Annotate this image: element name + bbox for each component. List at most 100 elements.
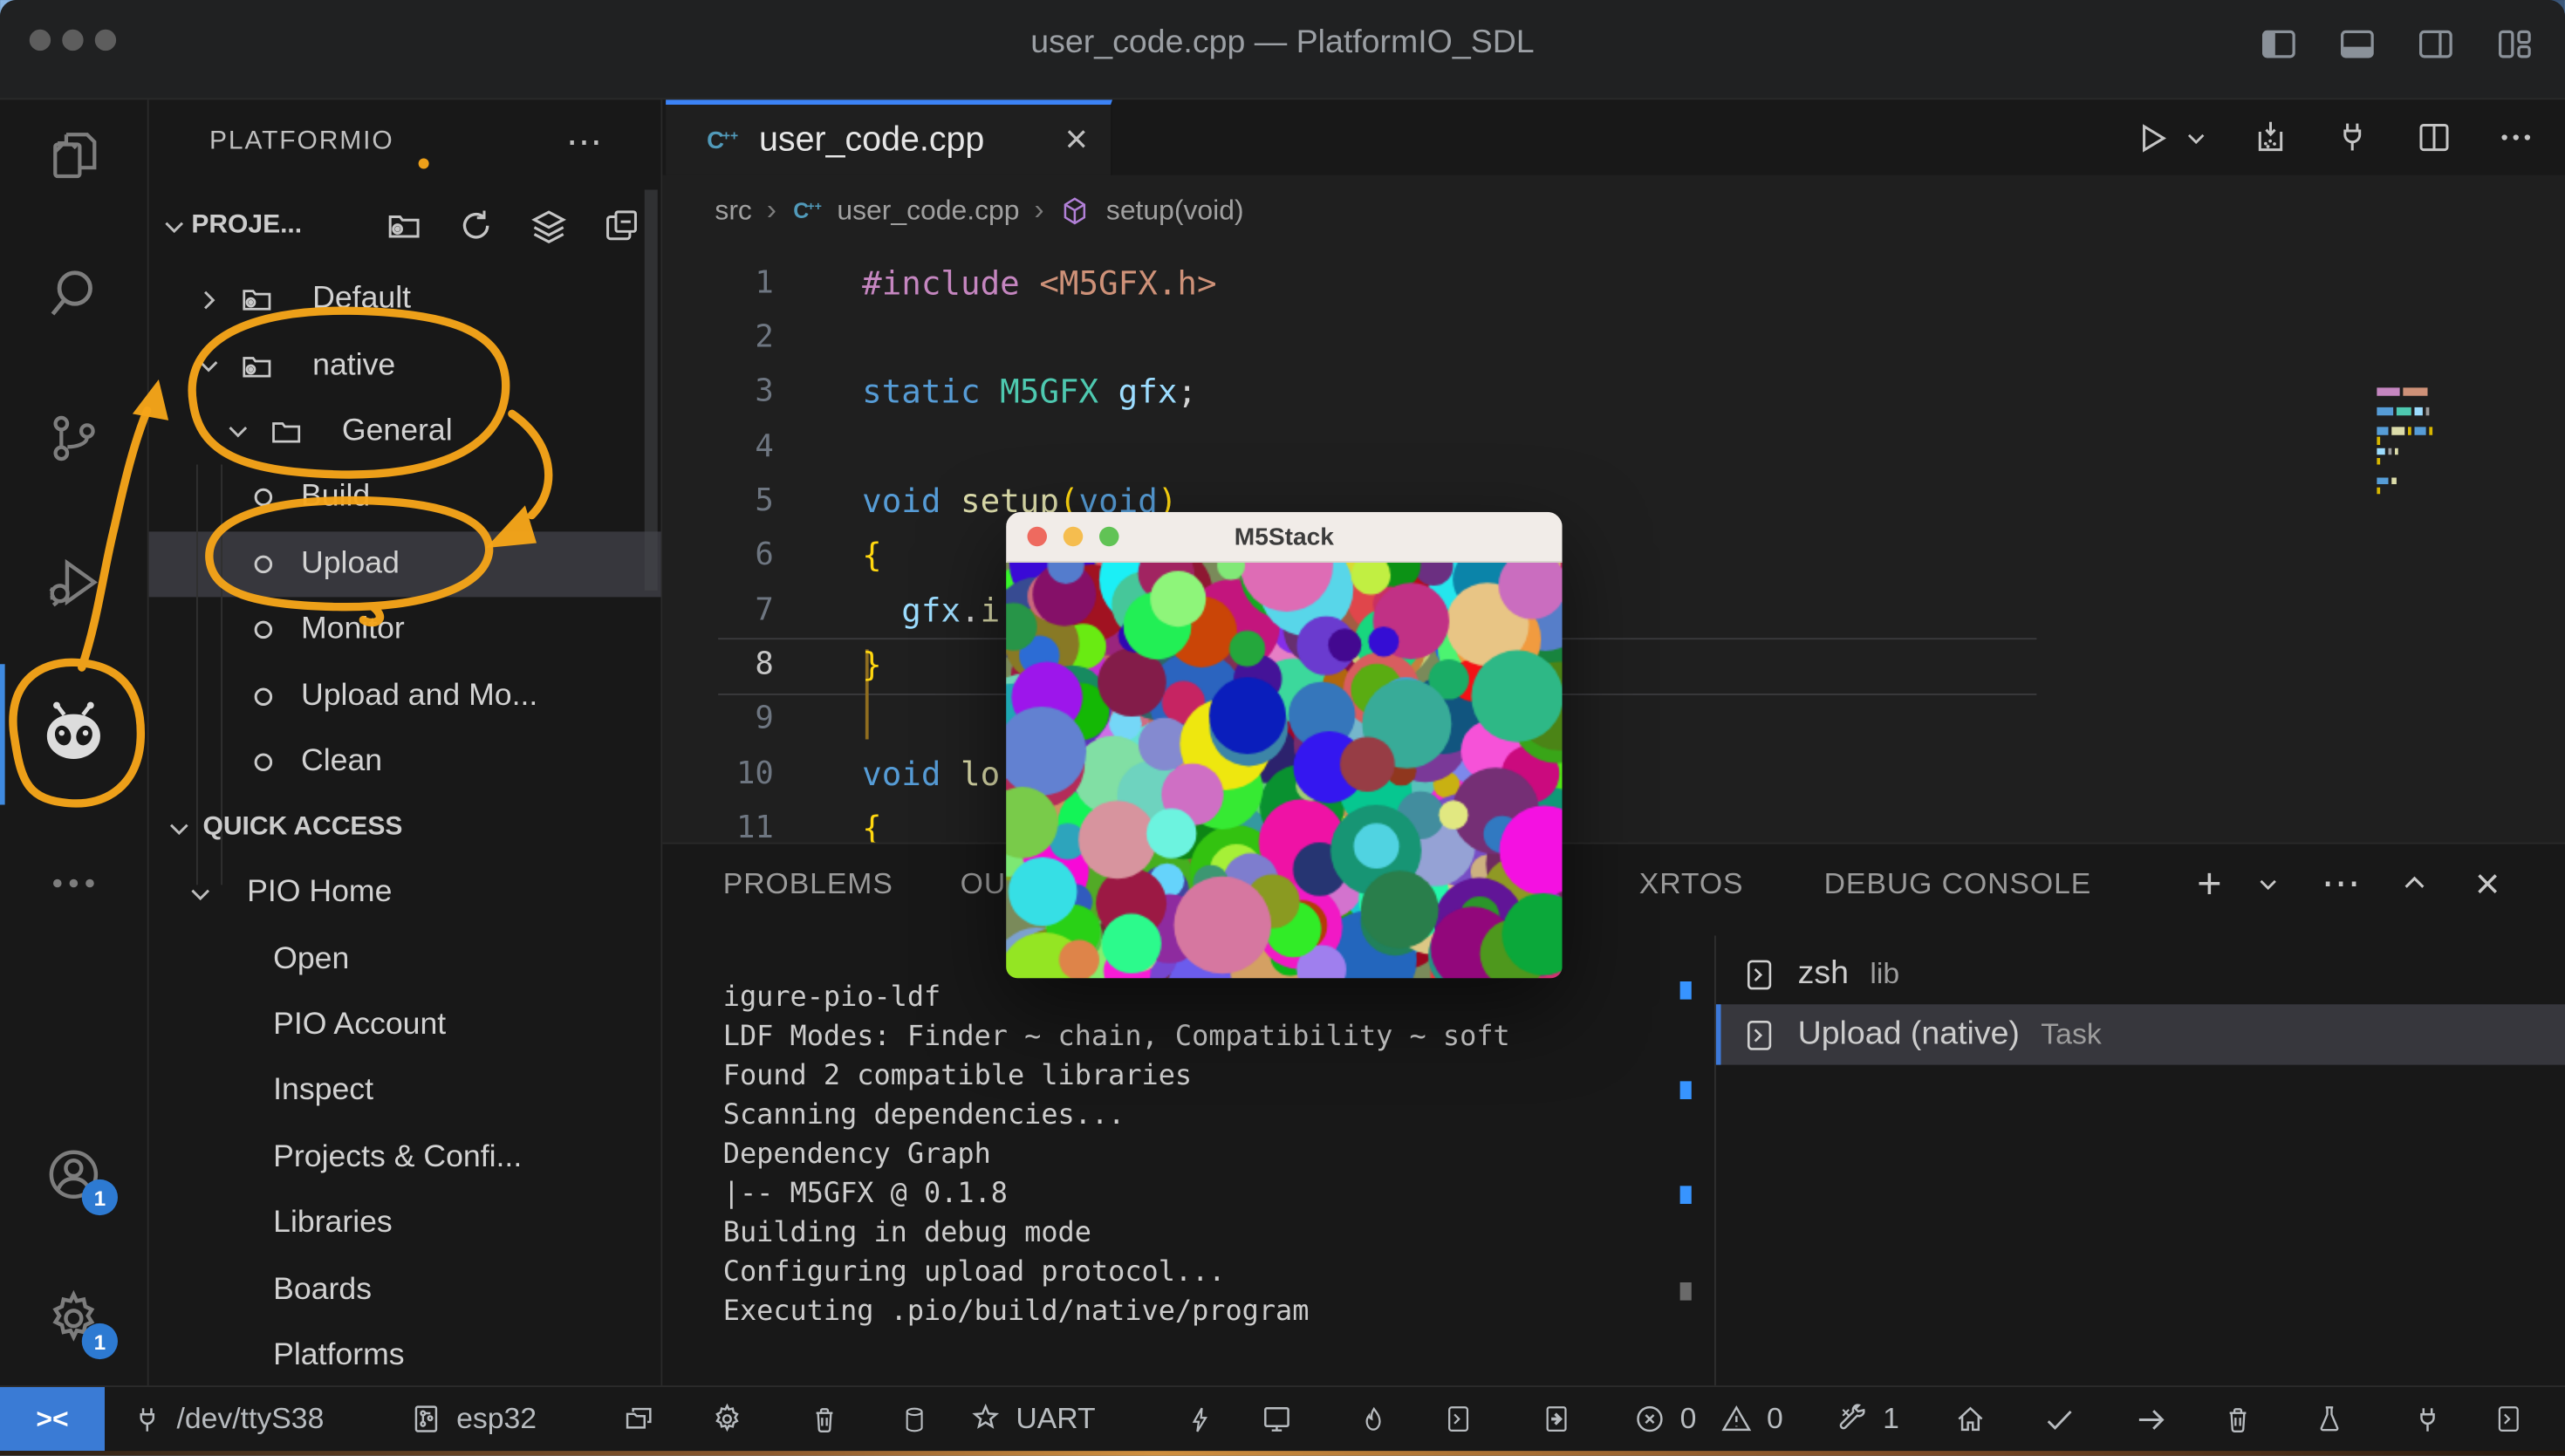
m5stack-window[interactable]: M5Stack xyxy=(1006,512,1563,978)
tab-xrtos[interactable]: XRTOS xyxy=(1639,844,1744,923)
plug-icon[interactable] xyxy=(2411,1387,2445,1451)
tree-item-clean[interactable]: Clean xyxy=(149,729,661,796)
run-debug-icon[interactable] xyxy=(0,551,147,613)
code-line-6[interactable]: 6{ xyxy=(662,528,2565,582)
tree-item-build[interactable]: Build xyxy=(149,465,661,531)
terminal-instance-upload-native-[interactable]: Upload (native)Task xyxy=(1716,1004,2565,1064)
problems-item[interactable]: 0 0 xyxy=(1632,1387,1783,1451)
remote-indicator[interactable]: >< xyxy=(0,1387,105,1451)
home-icon[interactable] xyxy=(1953,1387,1987,1451)
configure-gear-icon[interactable] xyxy=(710,1387,744,1451)
check-icon[interactable] xyxy=(2042,1387,2077,1451)
tree-item-general[interactable]: General xyxy=(149,399,661,465)
settings-gear-icon[interactable]: 1 xyxy=(0,1288,147,1350)
more-views-icon[interactable] xyxy=(0,856,147,912)
tab-problems[interactable]: PROBLEMS xyxy=(723,844,893,923)
breadcrumb-src[interactable]: src xyxy=(715,194,752,227)
panel-more-actions-icon[interactable]: ⋯ xyxy=(2322,844,2361,923)
uart-item[interactable]: UART xyxy=(968,1387,1096,1451)
toggle-secondary-sidebar-icon[interactable] xyxy=(2415,23,2458,65)
arrow-right-icon[interactable] xyxy=(2133,1387,2169,1451)
quick-access-item-boards[interactable]: Boards xyxy=(149,1257,661,1323)
display-icon[interactable] xyxy=(1260,1387,1294,1451)
tree-item-default[interactable]: Default xyxy=(149,267,661,333)
tasks-item[interactable]: 1 xyxy=(1836,1387,1899,1451)
tree-item-upload[interactable]: Upload xyxy=(149,531,661,598)
sidebar-more-actions-icon[interactable]: ⋯ xyxy=(566,121,605,164)
accounts-icon[interactable]: 1 xyxy=(0,1144,147,1206)
m5stack-close-button[interactable] xyxy=(1028,527,1048,547)
sidebar-scrollbar[interactable] xyxy=(645,190,658,591)
code-line-3[interactable]: 3static M5GFX gfx; xyxy=(662,364,2565,418)
m5stack-zoom-button[interactable] xyxy=(1099,527,1119,547)
tree-item-upload-and-mo-[interactable]: Upload and Mo... xyxy=(149,663,661,729)
code-line-7[interactable]: 7 gfx.i xyxy=(662,582,2565,636)
breadcrumb-symbol[interactable]: setup(void) xyxy=(1106,194,1244,227)
split-editor-icon[interactable] xyxy=(2415,118,2454,157)
m5stack-titlebar[interactable]: M5Stack xyxy=(1006,512,1563,563)
code-line-1[interactable]: 1#include <M5GFX.h> xyxy=(662,256,2565,310)
customize-layout-icon[interactable] xyxy=(2493,23,2536,65)
tree-item-monitor[interactable]: Monitor xyxy=(149,597,661,663)
quick-access-item-pio-home[interactable]: PIO Home xyxy=(149,860,661,926)
quick-access-item-libraries[interactable]: Libraries xyxy=(149,1191,661,1257)
terminal-dropdown-chevron-icon[interactable] xyxy=(2256,844,2281,923)
code-line-5[interactable]: 5void setup(void) xyxy=(662,473,2565,527)
quick-access-label: Projects & Confi... xyxy=(273,1139,522,1175)
code-line-2[interactable]: 2 xyxy=(662,310,2565,364)
refresh-icon[interactable] xyxy=(456,205,496,246)
tree-item-native[interactable]: native xyxy=(149,332,661,399)
collapse-all-icon[interactable] xyxy=(602,205,641,246)
database-icon[interactable] xyxy=(899,1387,929,1451)
m5stack-minimize-button[interactable] xyxy=(1064,527,1084,547)
flame-icon[interactable] xyxy=(1358,1387,1389,1451)
add-project-icon[interactable] xyxy=(385,205,424,246)
quick-access-item-platforms[interactable]: Platforms xyxy=(149,1323,661,1389)
platformio-icon[interactable] xyxy=(0,699,147,774)
explorer-icon[interactable] xyxy=(0,126,147,185)
tab-debug-console[interactable]: DEBUG CONSOLE xyxy=(1824,844,2092,923)
m5stack-window-controls[interactable] xyxy=(1028,527,1119,547)
star-icon xyxy=(968,1402,1002,1436)
upload-status-icon[interactable] xyxy=(1541,1387,1572,1451)
code-line-8[interactable]: 8} xyxy=(662,637,2565,691)
code-line-10[interactable]: 10void lo xyxy=(662,746,2565,800)
project-tasks-section-header[interactable]: PROJE... xyxy=(149,185,661,267)
quick-access-item-projects-confi-[interactable]: Projects & Confi... xyxy=(149,1124,661,1191)
minimap[interactable] xyxy=(2377,387,2532,497)
toggle-panel-icon[interactable] xyxy=(2336,23,2379,65)
quick-access-item-pio-account[interactable]: PIO Account xyxy=(149,993,661,1059)
upload-icon[interactable] xyxy=(2251,118,2290,157)
test-flask-icon[interactable] xyxy=(2313,1387,2346,1451)
close-panel-icon[interactable]: × xyxy=(2475,844,2500,923)
group-tasks-icon[interactable] xyxy=(529,205,570,246)
tab-user-code-cpp[interactable]: C++ user_code.cpp × xyxy=(666,99,1112,174)
new-terminal-icon[interactable]: + xyxy=(2197,844,2221,923)
editor-more-actions-icon[interactable] xyxy=(2496,118,2535,157)
project-env-folder-icon[interactable] xyxy=(622,1387,656,1451)
terminal-output[interactable]: igure-pio-ldfLDF Modes: Finder ~ chain, … xyxy=(723,978,1510,1331)
breadcrumb-file[interactable]: user_code.cpp xyxy=(837,194,1019,227)
bolt-icon[interactable] xyxy=(1185,1387,1216,1451)
search-icon[interactable] xyxy=(0,265,147,325)
maximize-panel-icon[interactable] xyxy=(2400,844,2430,923)
quick-access-item-inspect[interactable]: Inspect xyxy=(149,1058,661,1124)
serial-port-item[interactable]: /dev/ttyS38 xyxy=(131,1387,324,1451)
trash-icon[interactable] xyxy=(2221,1387,2254,1451)
terminal-status-icon[interactable] xyxy=(2493,1387,2525,1451)
code-line-9[interactable]: 9 xyxy=(662,691,2565,745)
serial-monitor-plug-icon[interactable] xyxy=(2333,118,2372,157)
toggle-primary-sidebar-icon[interactable] xyxy=(2258,23,2301,65)
terminal-status-icon[interactable] xyxy=(1443,1387,1474,1451)
source-control-icon[interactable] xyxy=(0,409,147,468)
terminal-line: LDF Modes: Finder ~ chain, Compatibility… xyxy=(723,1017,1510,1056)
board-item[interactable]: esp32 xyxy=(409,1387,537,1451)
quick-access-section-header[interactable]: QUICK ACCESS xyxy=(149,795,661,860)
run-file-icon[interactable] xyxy=(2133,119,2208,156)
clean-trash-icon[interactable] xyxy=(808,1387,841,1451)
quick-access-item-open[interactable]: Open xyxy=(149,926,661,993)
code-editor[interactable]: 1#include <M5GFX.h>23static M5GFX gfx;45… xyxy=(662,243,2565,842)
code-line-4[interactable]: 4 xyxy=(662,419,2565,473)
close-tab-icon[interactable]: × xyxy=(1065,117,1088,163)
terminal-instance-zsh[interactable]: zshlib xyxy=(1716,944,2565,1004)
